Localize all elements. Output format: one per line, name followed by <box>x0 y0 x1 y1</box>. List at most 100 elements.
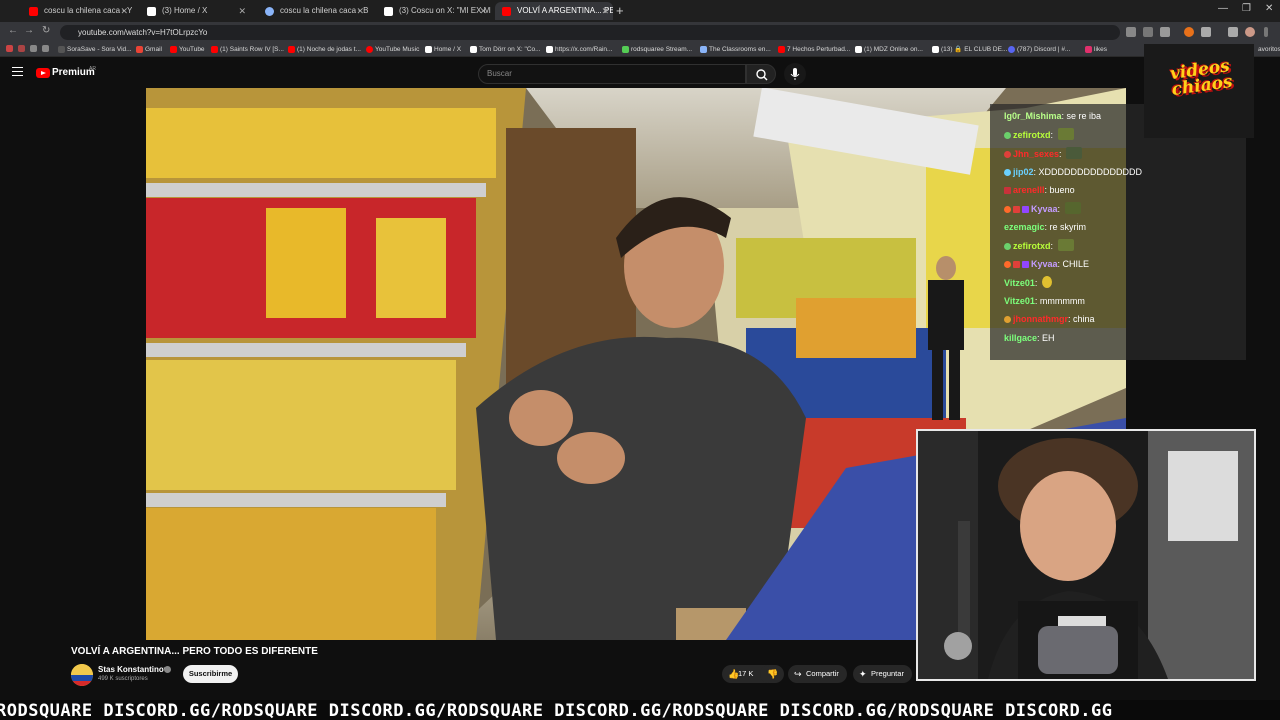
bookmark-item[interactable]: YouTube <box>170 43 205 56</box>
eye-off-icon[interactable] <box>1143 27 1153 37</box>
chat-message: ezemagic: re skyrim <box>1004 222 1087 232</box>
subscribe-button[interactable]: Suscribirme <box>183 665 238 683</box>
bookmark-item[interactable]: The Classrooms en... <box>700 43 771 56</box>
badge-icon <box>1022 261 1029 268</box>
badge-icon <box>1004 243 1011 250</box>
close-window-icon[interactable]: ✕ <box>1265 3 1273 14</box>
thumbs-down-icon: 👎 <box>767 669 779 679</box>
bookmark-item[interactable]: Tom Dörr on X: "Co... <box>470 43 541 56</box>
bookmark-app-icon[interactable] <box>30 45 37 52</box>
close-tab-icon[interactable]: ✕ <box>356 2 364 20</box>
badge-icon <box>1004 261 1011 268</box>
chat-message: arenelll: bueno <box>1004 184 1075 196</box>
chat-message: Kyvaa: <box>1004 202 1081 215</box>
emote-icon <box>1064 202 1081 214</box>
badge-icon <box>1004 316 1011 323</box>
search-icon <box>756 69 768 81</box>
new-tab-button[interactable]: + <box>616 2 624 20</box>
logo-text: videos chiaos <box>1168 56 1234 101</box>
search-input[interactable]: Buscar <box>478 64 746 84</box>
badge-icon <box>1004 151 1011 158</box>
forward-icon[interactable]: → <box>24 25 34 36</box>
close-tab-icon[interactable]: ✕ <box>479 2 487 20</box>
ask-button[interactable]: ✦ Preguntar <box>853 665 912 683</box>
back-icon[interactable]: ← <box>8 25 18 36</box>
chat-message: killgace: EH <box>1004 333 1055 343</box>
verified-icon <box>164 666 171 673</box>
bookmark-item[interactable]: (787) Discord | #... <box>1008 43 1070 56</box>
chat-message: Ig0r_Mishima: se re iba <box>1004 111 1102 121</box>
browser-tab-2[interactable]: (3) Home / X ✕ <box>140 2 250 20</box>
microphone-icon <box>790 68 800 80</box>
minimize-icon[interactable]: — <box>1218 3 1228 14</box>
browser-tab-1[interactable]: coscu la chilena caca - YouTube✕ <box>22 2 132 20</box>
browser-tab-active[interactable]: VOLVÍ A ARGENTINA... PERO T✕ <box>495 2 613 20</box>
emote-icon <box>1041 276 1052 288</box>
bookmark-item[interactable]: (1) Saints Row IV [S... <box>211 43 284 56</box>
kebab-menu-icon[interactable] <box>1264 27 1268 37</box>
chat-message: Kyvaa: CHILE <box>1004 258 1089 270</box>
subscriber-count: 499 K suscriptores <box>98 676 148 682</box>
thumbs-up-icon: 👍 <box>728 669 740 679</box>
channel-logo-sticker: videos chiaos <box>1144 44 1254 138</box>
bookmark-item[interactable]: likes <box>1085 43 1107 56</box>
browser-tab-4[interactable]: (3) Coscu on X: "MI EX ME CAG✕ <box>377 2 491 20</box>
bookmark-item[interactable]: (13) 🔒 EL CLUB DE... <box>932 43 1007 56</box>
address-bar-row: ← → ↻ youtube.com/watch?v=H7tOLrpzcYo <box>0 22 1280 42</box>
badge-icon <box>1022 206 1029 213</box>
bookmark-item[interactable]: Home / X <box>425 43 461 56</box>
download-icon[interactable] <box>1228 27 1238 37</box>
share-icon: ↪ <box>794 669 802 679</box>
profile-avatar-icon[interactable] <box>1245 27 1255 37</box>
star-icon[interactable] <box>1160 27 1170 37</box>
chat-message: jhonnathmgr: china <box>1004 313 1095 325</box>
bookmark-app-icon[interactable] <box>6 45 13 52</box>
close-tab-icon[interactable]: ✕ <box>601 2 609 20</box>
bookmark-item[interactable]: rodsquaree Stream... <box>622 43 692 56</box>
bookmark-item[interactable]: (1) MDZ Online on... <box>855 43 923 56</box>
sparkle-icon: ✦ <box>859 669 867 679</box>
channel-name[interactable]: Stas Konstantinov <box>98 665 168 674</box>
voice-search-button[interactable] <box>784 63 806 85</box>
install-icon[interactable] <box>1126 27 1136 37</box>
browser-tab-3[interactable]: coscu la chilena caca - Buscar c✕ <box>258 2 368 20</box>
hamburger-menu-icon[interactable] <box>12 67 23 76</box>
search-button[interactable] <box>746 64 776 84</box>
bookmark-item[interactable]: https://x.com/Rain... <box>546 43 612 56</box>
bookmark-item[interactable]: SoraSave - Sora Vid... <box>58 43 132 56</box>
badge-icon <box>1004 132 1011 139</box>
extension-icon[interactable] <box>1184 27 1194 37</box>
channel-avatar[interactable] <box>71 664 93 686</box>
puzzle-icon[interactable] <box>1201 27 1211 37</box>
emote-icon <box>1057 128 1074 140</box>
bookmark-item[interactable]: YouTube Music <box>366 43 419 56</box>
emote-icon <box>1066 147 1083 159</box>
youtube-logo-icon[interactable] <box>36 68 50 78</box>
x-favicon-icon <box>384 7 393 16</box>
browser-tab-strip: coscu la chilena caca - YouTube✕ (3) Hom… <box>0 0 1280 22</box>
maximize-icon[interactable]: ❐ <box>1242 3 1251 14</box>
bookmark-item[interactable]: 7 Hechos Perturbad... <box>778 43 850 56</box>
badge-icon <box>1013 206 1020 213</box>
bookmark-item[interactable]: Gmail <box>136 43 162 56</box>
stream-chat-panel: Ig0r_Mishima: se re iba zefirotxd: Jhn_s… <box>990 104 1246 360</box>
share-button[interactable]: ↪ Compartir <box>788 665 847 683</box>
discord-ticker: RODSQUARE DISCORD.GG/RODSQUARE DISCORD.G… <box>0 700 1280 720</box>
chat-message: Vitze01: mmmmmm <box>1004 296 1085 306</box>
youtube-favicon-icon <box>29 7 38 16</box>
badge-icon <box>1004 187 1011 194</box>
dislike-button[interactable]: 👎 <box>760 665 784 683</box>
bookmarks-bar: SoraSave - Sora Vid... Gmail YouTube (1)… <box>0 42 1280 57</box>
url-field[interactable]: youtube.com/watch?v=H7tOLrpzcYo <box>60 25 1120 40</box>
bookmark-item[interactable]: (1) Noche de jodas t... <box>288 43 361 56</box>
bookmark-app-icon[interactable] <box>42 45 49 52</box>
chat-message: jip02: XDDDDDDDDDDDDDDD <box>1004 166 1142 178</box>
bookmark-app-icon[interactable] <box>18 45 25 52</box>
emote-icon <box>1057 239 1074 251</box>
badge-icon <box>1013 261 1020 268</box>
reload-icon[interactable]: ↻ <box>42 25 50 36</box>
close-tab-icon[interactable]: ✕ <box>120 2 128 20</box>
streamer-webcam <box>916 429 1256 681</box>
youtube-favicon-icon <box>502 7 511 16</box>
close-tab-icon[interactable]: ✕ <box>238 2 246 20</box>
